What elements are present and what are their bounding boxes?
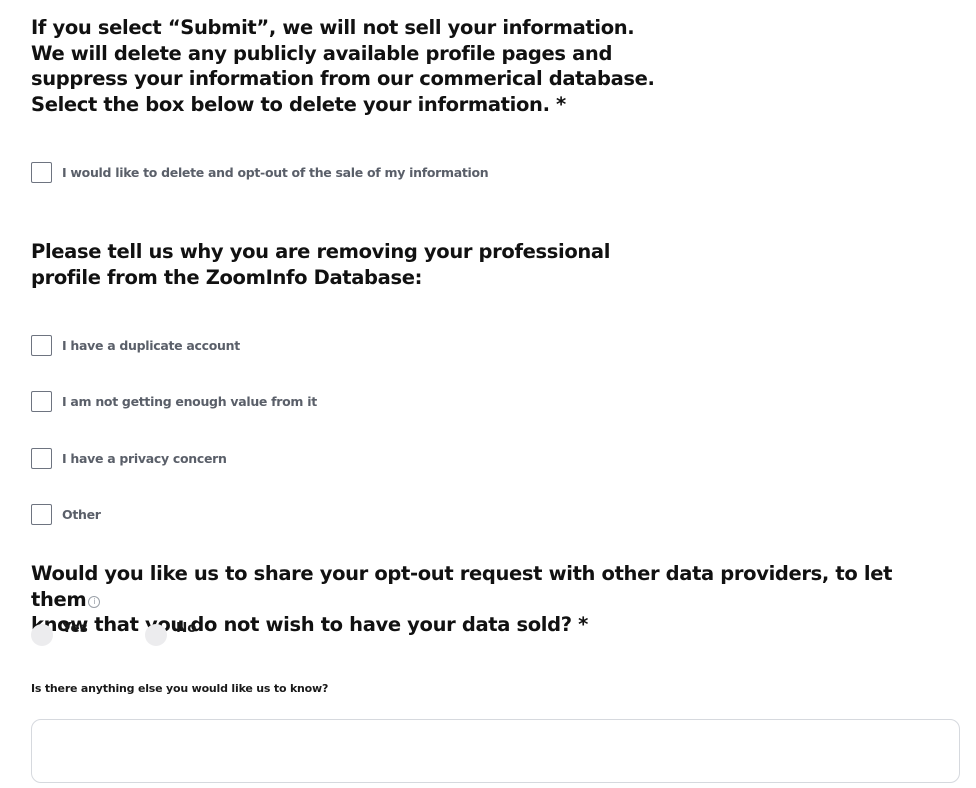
reason-value-row[interactable]: I am not getting enough value from it xyxy=(31,391,317,412)
removal-reason-question: Please tell us why you are removing your… xyxy=(31,240,611,289)
optout-checkbox[interactable] xyxy=(31,162,52,183)
optout-checkbox-label[interactable]: I would like to delete and opt-out of th… xyxy=(62,165,489,180)
reason-duplicate-label[interactable]: I have a duplicate account xyxy=(62,338,240,353)
reason-duplicate-row[interactable]: I have a duplicate account xyxy=(31,335,240,356)
share-yes-radio[interactable] xyxy=(31,624,53,646)
reason-privacy-checkbox[interactable] xyxy=(31,448,52,469)
share-no-option[interactable]: No xyxy=(145,620,197,646)
share-no-radio[interactable] xyxy=(145,624,167,646)
info-icon[interactable]: i xyxy=(88,595,101,608)
optout-checkbox-row[interactable]: I would like to delete and opt-out of th… xyxy=(31,162,489,183)
share-yes-option[interactable]: Yes xyxy=(31,620,88,646)
reason-duplicate-checkbox[interactable] xyxy=(31,335,52,356)
reason-privacy-row[interactable]: I have a privacy concern xyxy=(31,448,227,469)
reason-other-label[interactable]: Other xyxy=(62,507,101,522)
share-no-label[interactable]: No xyxy=(176,620,197,636)
reason-privacy-label[interactable]: I have a privacy concern xyxy=(62,451,227,466)
reason-value-checkbox[interactable] xyxy=(31,391,52,412)
reason-other-row[interactable]: Other xyxy=(31,504,101,525)
share-yes-label[interactable]: Yes xyxy=(62,620,88,636)
delete-info-question: If you select “Submit”, we will not sell… xyxy=(31,16,655,116)
comments-label: Is there anything else you would like us… xyxy=(31,682,329,695)
share-optout-question-line2: know that you do not wish to have your d… xyxy=(31,613,588,636)
opt-out-form: If you select “Submit”, we will not sell… xyxy=(0,0,976,788)
reason-value-label[interactable]: I am not getting enough value from it xyxy=(62,394,317,409)
share-optout-question-line1: Would you like us to share your opt-out … xyxy=(31,562,893,611)
reason-other-checkbox[interactable] xyxy=(31,504,52,525)
comments-textarea[interactable] xyxy=(31,719,960,783)
